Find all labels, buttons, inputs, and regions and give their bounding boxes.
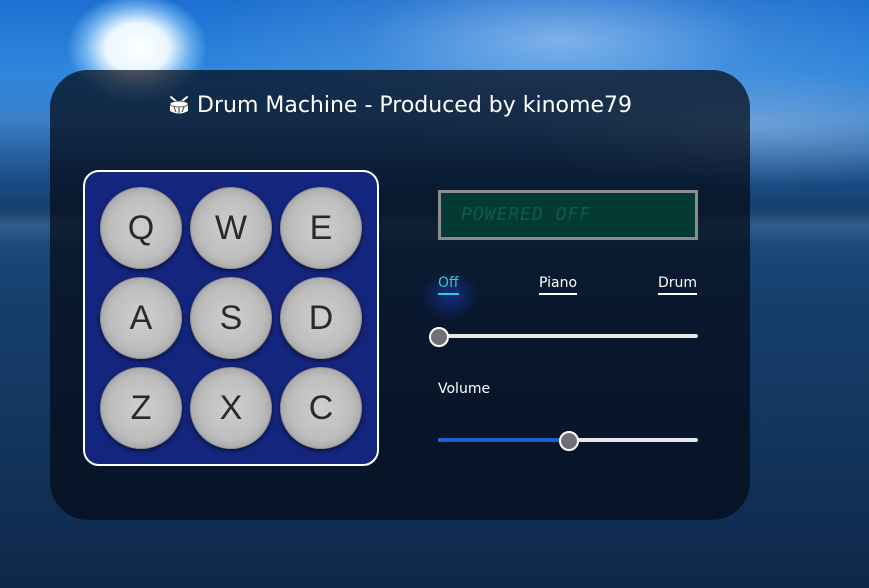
volume-slider[interactable] [438, 431, 698, 451]
drum-pad-c[interactable]: C [280, 367, 362, 449]
drum-pad-x[interactable]: X [190, 367, 272, 449]
drum-pad-z[interactable]: Z [100, 367, 182, 449]
mode-option-off[interactable]: Off [438, 274, 459, 295]
app-title-text: Drum Machine - Produced by kinome79 [197, 93, 632, 118]
volume-slider-fill [438, 438, 568, 442]
drum-icon [168, 95, 190, 123]
mode-option-piano[interactable]: Piano [539, 274, 578, 295]
drum-pad-w[interactable]: W [190, 187, 272, 269]
lcd-display: POWERED OFF [438, 190, 698, 240]
mode-option-drum[interactable]: Drum [658, 274, 698, 295]
drum-pad-grid: Q W E A S D Z X C [83, 170, 379, 466]
mode-slider[interactable] [429, 327, 698, 347]
drum-machine-panel: Drum Machine - Produced by kinome79 Q W … [50, 70, 750, 520]
drum-pad-d[interactable]: D [280, 277, 362, 359]
drum-pad-s[interactable]: S [190, 277, 272, 359]
volume-label: Volume [438, 381, 491, 397]
drum-pad-a[interactable]: A [100, 277, 182, 359]
volume-slider-thumb[interactable] [559, 431, 579, 451]
drum-pad-q[interactable]: Q [100, 187, 182, 269]
drum-pad-e[interactable]: E [280, 187, 362, 269]
app-title: Drum Machine - Produced by kinome79 [50, 92, 750, 123]
mode-slider-thumb[interactable] [429, 327, 449, 347]
